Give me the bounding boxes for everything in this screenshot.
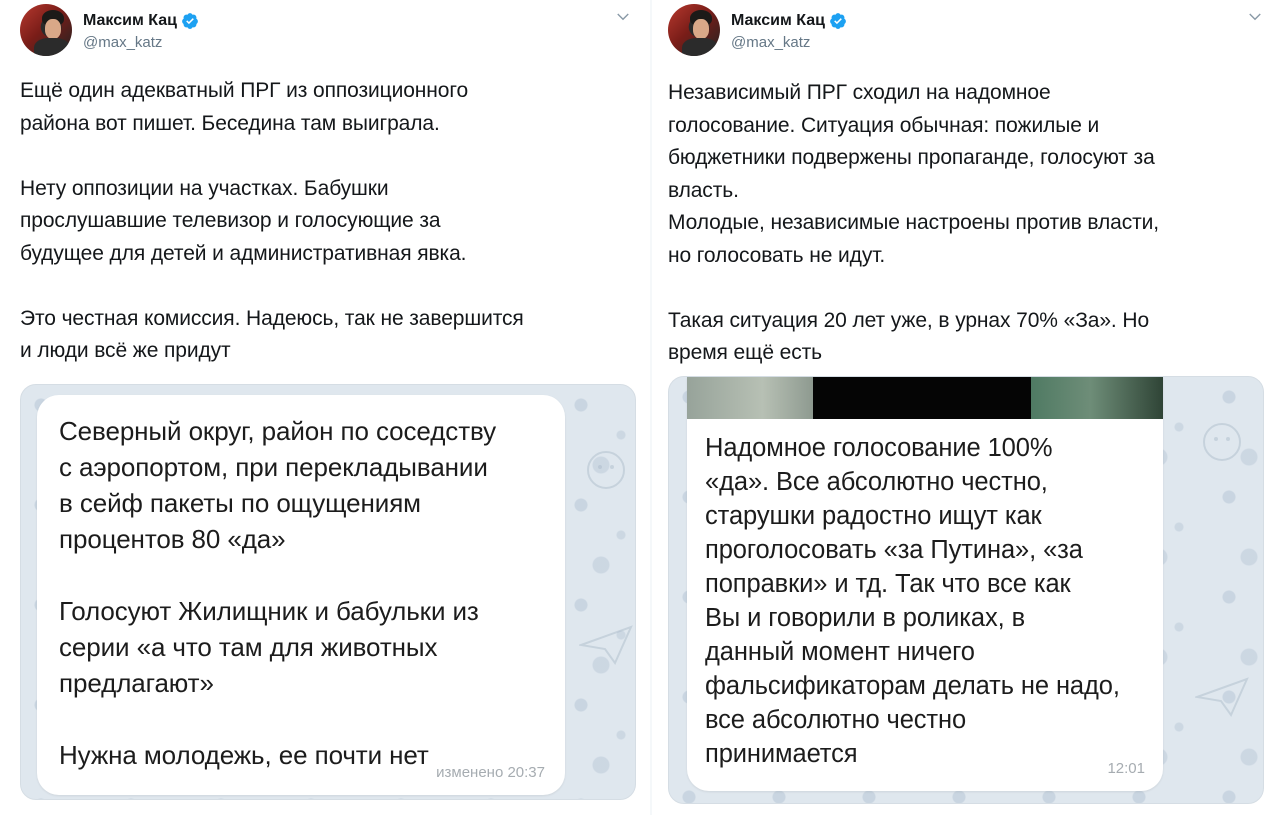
- message-timestamp: 12:01: [1107, 760, 1145, 777]
- photo-preview[interactable]: [687, 377, 1163, 419]
- verified-badge-icon: [830, 13, 846, 29]
- message-bubble: Надомное голосование 100% «да». Все абсо…: [687, 377, 1163, 791]
- avatar[interactable]: [20, 4, 72, 56]
- doodle-icon: [587, 451, 625, 489]
- author-handle[interactable]: @max_katz: [731, 34, 810, 51]
- tweet-header: Максим Кац @max_katz: [668, 4, 1264, 64]
- chevron-down-icon[interactable]: [614, 8, 632, 26]
- message-timestamp: изменено 20:37: [436, 764, 545, 781]
- tweet-text: Ещё один адекватный ПРГ из оппозиционног…: [20, 79, 524, 362]
- author-row: Максим Кац: [731, 12, 847, 30]
- tweet-card-right: Максим Кац @max_katz Независимый ПРГ схо…: [652, 0, 1280, 815]
- tweet-header: Максим Кац @max_katz: [20, 4, 632, 64]
- message-text: Северный округ, район по соседству с аэр…: [59, 416, 497, 770]
- verified-badge-icon: [182, 13, 198, 29]
- author-name[interactable]: Максим Кац: [731, 12, 825, 30]
- avatar[interactable]: [668, 4, 720, 56]
- chevron-down-icon[interactable]: [1246, 8, 1264, 26]
- doodle-icon: [1203, 423, 1241, 461]
- message-text: Надомное голосование 100% «да». Все абсо…: [705, 434, 1120, 768]
- author-name[interactable]: Максим Кац: [83, 12, 177, 30]
- paper-plane-icon: [579, 625, 633, 665]
- tweet-card-left: Максим Кац @max_katz Ещё один адекватный…: [0, 0, 652, 815]
- message-bubble: Северный округ, район по соседству с аэр…: [37, 395, 565, 795]
- attached-screenshot[interactable]: Надомное голосование 100% «да». Все абсо…: [668, 376, 1264, 804]
- author-row: Максим Кац: [83, 12, 199, 30]
- author-handle[interactable]: @max_katz: [83, 34, 162, 51]
- paper-plane-icon: [1195, 677, 1249, 717]
- tweet-text: Независимый ПРГ сходил на надомное голос…: [668, 81, 1159, 364]
- attached-screenshot[interactable]: Северный округ, район по соседству с аэр…: [20, 384, 636, 800]
